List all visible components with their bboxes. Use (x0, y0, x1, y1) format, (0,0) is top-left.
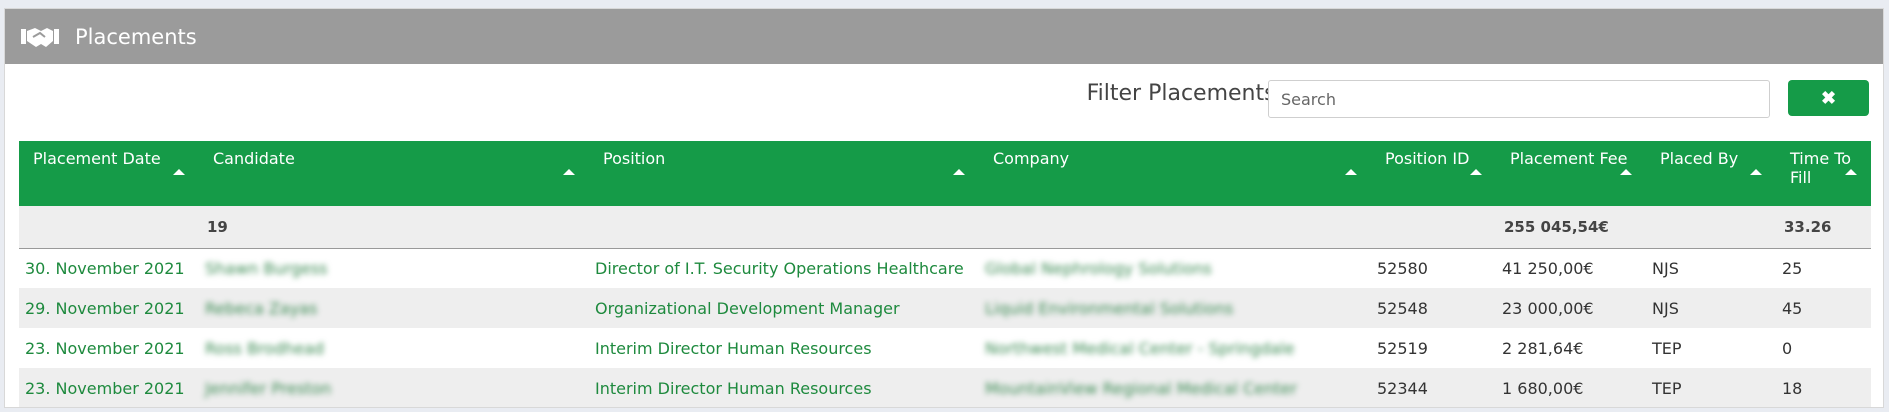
placements-panel: Placements Filter Placements: ✖ Placemen… (4, 8, 1884, 408)
table-row: 29. November 2021 Rebeca Zayas Organizat… (19, 288, 1871, 328)
company-link[interactable]: Northwest Medical Center - Springdale (979, 328, 1371, 368)
company-link[interactable]: Liquid Environmental Solutions (979, 288, 1371, 328)
placement-fee: 1 680,00€ (1502, 378, 1584, 398)
filter-row: Filter Placements: ✖ (5, 79, 1883, 119)
panel-header: Placements (5, 9, 1883, 64)
placement-fee: 23 000,00€ (1502, 298, 1594, 318)
sort-asc-icon (1845, 169, 1857, 175)
table-row: 30. November 2021 Shawn Burgess Director… (19, 248, 1871, 288)
placed-by: NJS (1652, 298, 1679, 318)
table-row: 23. November 2021 Jennifer Preston Inter… (19, 368, 1871, 407)
position-link[interactable]: Interim Director Human Resources (589, 368, 979, 407)
sort-asc-icon (1620, 169, 1632, 175)
column-header-placement-date[interactable]: Placement Date (19, 141, 199, 206)
column-header-candidate[interactable]: Candidate (199, 141, 589, 206)
table-header-row: Placement Date Candidate Position Compan… (19, 141, 1871, 206)
placement-date-link[interactable]: 23. November 2021 (19, 328, 199, 368)
sort-asc-icon (953, 169, 965, 175)
placement-fee: 41 250,00€ (1502, 258, 1594, 278)
column-header-company[interactable]: Company (979, 141, 1371, 206)
position-link[interactable]: Director of I.T. Security Operations Hea… (589, 248, 979, 288)
position-link[interactable]: Interim Director Human Resources (589, 328, 979, 368)
time-to-fill: 18 (1782, 378, 1803, 398)
filter-label: Filter Placements: (1086, 81, 1283, 106)
close-icon: ✖ (1820, 87, 1837, 108)
position-id: 52548 (1377, 298, 1428, 318)
time-to-fill: 25 (1782, 258, 1803, 278)
sort-asc-icon (1750, 169, 1762, 175)
page-title: Placements (75, 24, 197, 49)
placement-date-link[interactable]: 23. November 2021 (19, 368, 199, 407)
summary-count: 19 (207, 217, 228, 236)
sort-asc-icon (1345, 169, 1357, 175)
sort-asc-icon (1470, 169, 1482, 175)
search-input[interactable] (1268, 80, 1770, 118)
position-link[interactable]: Organizational Development Manager (589, 288, 979, 328)
company-link[interactable]: MountainView Regional Medical Center (979, 368, 1371, 407)
column-header-placement-fee[interactable]: Placement Fee (1496, 141, 1646, 206)
position-id: 52519 (1377, 338, 1428, 358)
placements-table: Placement Date Candidate Position Compan… (19, 141, 1871, 407)
table-row: 23. November 2021 Ross Brodhead Interim … (19, 328, 1871, 368)
column-header-placed-by[interactable]: Placed By (1646, 141, 1776, 206)
position-id: 52580 (1377, 258, 1428, 278)
candidate-link[interactable]: Shawn Burgess (199, 248, 589, 288)
time-to-fill: 45 (1782, 298, 1803, 318)
column-header-time-to-fill[interactable]: Time To Fill (1776, 141, 1871, 206)
handshake-icon (21, 22, 61, 52)
summary-fee-total: 255 045,54€ (1504, 217, 1609, 236)
position-id: 52344 (1377, 378, 1428, 398)
placement-date-link[interactable]: 29. November 2021 (19, 288, 199, 328)
clear-filter-button[interactable]: ✖ (1788, 80, 1869, 116)
candidate-link[interactable]: Rebeca Zayas (199, 288, 589, 328)
candidate-link[interactable]: Ross Brodhead (199, 328, 589, 368)
placed-by: NJS (1652, 258, 1679, 278)
summary-row: 19 255 045,54€ 33.26 (19, 206, 1871, 248)
placed-by: TEP (1652, 378, 1682, 398)
company-link[interactable]: Global Nephrology Solutions (979, 248, 1371, 288)
sort-asc-icon (563, 169, 575, 175)
column-header-position[interactable]: Position (589, 141, 979, 206)
time-to-fill: 0 (1782, 338, 1793, 358)
candidate-link[interactable]: Jennifer Preston (199, 368, 589, 407)
placed-by: TEP (1652, 338, 1682, 358)
sort-asc-icon (173, 169, 185, 175)
placement-date-link[interactable]: 30. November 2021 (19, 248, 199, 288)
placement-fee: 2 281,64€ (1502, 338, 1584, 358)
column-header-position-id[interactable]: Position ID (1371, 141, 1496, 206)
summary-avg-time: 33.26 (1784, 217, 1832, 236)
